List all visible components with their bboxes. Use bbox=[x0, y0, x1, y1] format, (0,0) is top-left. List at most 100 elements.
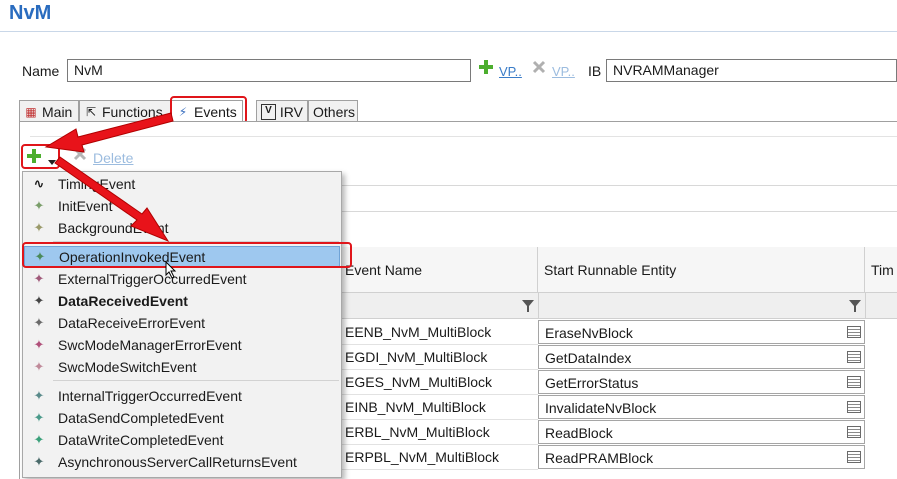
mode-switch-icon: ✦ bbox=[33, 358, 45, 374]
write-completed-icon: ✦ bbox=[33, 431, 45, 447]
list-picker-icon[interactable] bbox=[847, 401, 861, 413]
filter-icon[interactable] bbox=[521, 299, 535, 313]
menu-item-label: DataWriteCompletedEvent bbox=[58, 431, 224, 448]
column-header-start-runnable[interactable]: Start Runnable Entity bbox=[538, 247, 865, 293]
table-row[interactable]: EINB_NvM_MultiBlock InvalidateNvBlock bbox=[339, 395, 897, 420]
list-picker-icon[interactable] bbox=[847, 376, 861, 388]
async-icon: ✦ bbox=[33, 453, 45, 469]
table-row[interactable]: EENB_NvM_MultiBlock EraseNvBlock bbox=[339, 320, 897, 345]
event-name-cell[interactable]: EENB_NvM_MultiBlock bbox=[339, 320, 538, 345]
runnable-value: EraseNvBlock bbox=[545, 325, 633, 341]
event-name-cell[interactable]: EINB_NvM_MultiBlock bbox=[339, 395, 538, 420]
runnable-value: ReadBlock bbox=[545, 425, 613, 441]
menu-item-label: InternalTriggerOccurredEvent bbox=[58, 387, 242, 404]
menu-item-label: BackgroundEvent bbox=[58, 219, 169, 236]
table-row[interactable]: ERPBL_NvM_MultiBlock ReadPRAMBlock bbox=[339, 445, 897, 470]
event-name-cell[interactable]: ERPBL_NvM_MultiBlock bbox=[339, 445, 538, 470]
table-row[interactable]: EGDI_NvM_MultiBlock GetDataIndex bbox=[339, 345, 897, 370]
toolbar-divider bbox=[30, 136, 897, 137]
menu-item-label: InitEvent bbox=[58, 197, 113, 214]
menu-item-data-received-event[interactable]: ✦ DataReceivedEvent bbox=[24, 290, 340, 311]
runnable-value: GetDataIndex bbox=[545, 350, 632, 366]
mouse-cursor-icon bbox=[165, 260, 177, 279]
runnable-cell[interactable]: GetErrorStatus bbox=[538, 370, 865, 394]
background-icon: ✦ bbox=[33, 219, 45, 235]
table-body: EENB_NvM_MultiBlock EraseNvBlock EGDI_Nv… bbox=[339, 320, 897, 470]
filter-divider bbox=[538, 293, 539, 319]
table-row[interactable]: EGES_NvM_MultiBlock GetErrorStatus bbox=[339, 370, 897, 395]
tab-irv-label: IRV bbox=[279, 103, 303, 120]
tab-functions-label: Functions bbox=[102, 103, 163, 120]
event-name-cell[interactable]: EGDI_NvM_MultiBlock bbox=[339, 345, 538, 370]
menu-item-mode-manager-error-event[interactable]: ✦ SwcModeManagerErrorEvent bbox=[24, 334, 340, 355]
menu-item-external-trigger-event[interactable]: ✦ ExternalTriggerOccurredEvent bbox=[24, 268, 340, 289]
runnable-cell[interactable]: EraseNvBlock bbox=[538, 320, 865, 344]
list-picker-icon[interactable] bbox=[847, 351, 861, 363]
menu-item-async-server-call-returns-event[interactable]: ✦ AsynchronousServerCallReturnsEvent bbox=[24, 451, 340, 472]
menu-separator bbox=[53, 380, 339, 381]
runnable-cell[interactable]: ReadPRAMBlock bbox=[538, 445, 865, 469]
data-received-icon: ✦ bbox=[33, 292, 45, 308]
tab-irv[interactable]: V IRV bbox=[256, 100, 308, 122]
ib-label: IB bbox=[588, 63, 602, 79]
menu-item-label: TimingEvent bbox=[58, 175, 136, 192]
menu-item-init-event[interactable]: ✦ InitEvent bbox=[24, 195, 340, 216]
mode-manager-icon: ✦ bbox=[33, 336, 45, 352]
vp-remove-link[interactable]: VP.. bbox=[552, 64, 575, 79]
menu-item-data-send-completed-event[interactable]: ✦ DataSendCompletedEvent bbox=[24, 407, 340, 428]
menu-item-mode-switch-event[interactable]: ✦ SwcModeSwitchEvent bbox=[24, 356, 340, 377]
tab-others-label: Others bbox=[313, 103, 356, 120]
menu-item-data-receive-error-event[interactable]: ✦ DataReceiveErrorEvent bbox=[24, 312, 340, 333]
menu-item-data-write-completed-event[interactable]: ✦ DataWriteCompletedEvent bbox=[24, 429, 340, 450]
menu-item-timing-event[interactable]: ∿ TimingEvent bbox=[24, 173, 340, 194]
page-title: NvM bbox=[9, 2, 52, 24]
filter-icon[interactable] bbox=[848, 299, 862, 313]
runnable-cell[interactable]: InvalidateNvBlock bbox=[538, 395, 865, 419]
runnable-value: InvalidateNvBlock bbox=[545, 400, 657, 416]
runnable-value: ReadPRAMBlock bbox=[545, 450, 654, 466]
name-label: Name bbox=[22, 63, 60, 79]
delete-icon[interactable] bbox=[73, 147, 87, 161]
menu-item-label: ExternalTriggerOccurredEvent bbox=[58, 270, 247, 287]
column-header-event-name[interactable]: Event Name bbox=[339, 247, 538, 293]
remove-icon[interactable] bbox=[532, 60, 546, 74]
main-icon: ▦ bbox=[25, 104, 37, 119]
init-icon: ✦ bbox=[33, 197, 45, 213]
vp-add-link[interactable]: VP.. bbox=[499, 64, 522, 79]
name-field[interactable]: NvM bbox=[67, 59, 471, 82]
menu-item-background-event[interactable]: ✦ BackgroundEvent bbox=[24, 217, 340, 238]
table-row[interactable]: ERBL_NvM_MultiBlock ReadBlock bbox=[339, 420, 897, 445]
timing-icon: ∿ bbox=[33, 175, 45, 191]
list-picker-icon[interactable] bbox=[847, 326, 861, 338]
functions-icon: ⇱ bbox=[85, 104, 97, 119]
filter-divider bbox=[865, 293, 866, 319]
menu-item-label: DataSendCompletedEvent bbox=[58, 409, 224, 426]
table-filter-row bbox=[339, 293, 897, 319]
tab-main[interactable]: ▦ Main bbox=[19, 100, 79, 122]
add-icon[interactable] bbox=[478, 59, 494, 75]
menu-item-label: SwcModeManagerErrorEvent bbox=[58, 336, 242, 353]
menu-item-internal-trigger-event[interactable]: ✦ InternalTriggerOccurredEvent bbox=[24, 385, 340, 406]
tab-main-label: Main bbox=[42, 103, 73, 120]
event-name-cell[interactable]: EGES_NvM_MultiBlock bbox=[339, 370, 538, 395]
events-tab-highlight bbox=[170, 96, 247, 124]
receive-error-icon: ✦ bbox=[33, 314, 45, 330]
delete-link[interactable]: Delete bbox=[93, 150, 133, 166]
runnable-cell[interactable]: GetDataIndex bbox=[538, 345, 865, 369]
menu-item-label: AsynchronousServerCallReturnsEvent bbox=[58, 453, 297, 470]
list-picker-icon[interactable] bbox=[847, 426, 861, 438]
ib-field[interactable]: NVRAMManager bbox=[606, 59, 897, 82]
send-completed-icon: ✦ bbox=[33, 409, 45, 425]
filter-field[interactable] bbox=[300, 185, 897, 212]
tab-functions[interactable]: ⇱ Functions bbox=[79, 100, 171, 122]
list-picker-icon[interactable] bbox=[847, 451, 861, 463]
column-header-timing[interactable]: Tim bbox=[865, 247, 897, 293]
internal-trigger-icon: ✦ bbox=[33, 387, 45, 403]
event-type-menu: ∿ TimingEvent ✦ InitEvent ✦ BackgroundEv… bbox=[22, 171, 342, 478]
runnable-value: GetErrorStatus bbox=[545, 375, 639, 391]
menu-item-label: SwcModeSwitchEvent bbox=[58, 358, 197, 375]
tab-others[interactable]: Others bbox=[308, 100, 358, 122]
event-name-cell[interactable]: ERBL_NvM_MultiBlock bbox=[339, 420, 538, 445]
runnable-cell[interactable]: ReadBlock bbox=[538, 420, 865, 444]
menu-item-label: DataReceiveErrorEvent bbox=[58, 314, 206, 331]
